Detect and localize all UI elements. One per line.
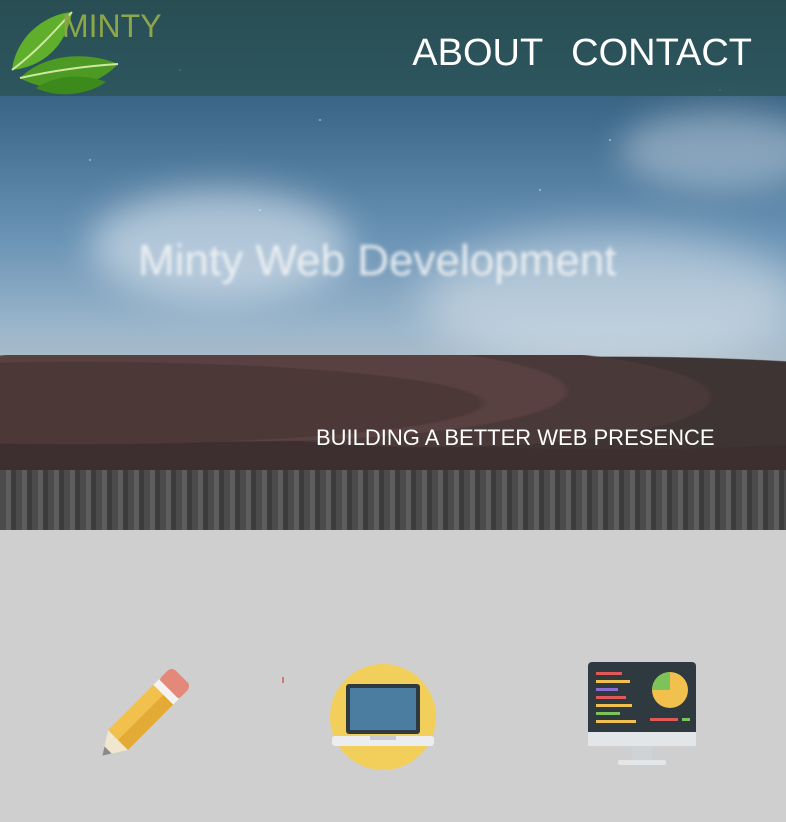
hero-tagline: BUILDING A BETTER WEB PRESENCE [316,425,715,450]
field [0,470,786,530]
nav-contact-link[interactable]: CONTACT [571,32,752,74]
main-nav: ABOUT CONTACT [412,32,752,74]
nav-about-link[interactable]: ABOUT [412,32,543,74]
divider-mark [282,677,284,683]
site-header: MINTY ABOUT CONTACT [0,0,786,96]
hero-title: Minty Web Development [138,236,617,285]
monitor-dashboard-icon [588,662,696,765]
tree-line [0,355,786,475]
laptop-icon [330,664,436,770]
logo-text[interactable]: MINTY [62,8,162,45]
pencil-icon [102,668,190,756]
